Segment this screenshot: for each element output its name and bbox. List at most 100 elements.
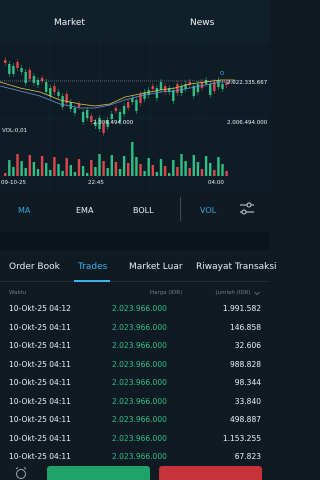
trade-time: 10-Okt-25 04:12 <box>9 304 71 313</box>
candle <box>135 100 138 111</box>
table-row: 10-Okt-25 04:11 2.023.966.000 498.887 <box>0 411 270 429</box>
volume-bar <box>225 171 228 176</box>
indicator-ema[interactable]: EMA <box>76 206 93 215</box>
volume-bar <box>77 159 81 176</box>
buy-button[interactable] <box>47 466 150 480</box>
volume-bar <box>192 155 195 176</box>
chevron-down-icon[interactable] <box>254 291 260 296</box>
candle <box>172 90 175 101</box>
price-label-right: 2.006.494.000 <box>227 120 268 126</box>
trade-amount: 33.840 <box>234 396 261 406</box>
alarm-icon[interactable] <box>14 466 28 480</box>
vol-label: VOL:0,01 <box>2 128 27 134</box>
candle <box>151 86 154 89</box>
tab-order-book[interactable]: Order Book <box>9 262 60 272</box>
active-tab-indicator <box>74 280 110 282</box>
trade-price: 2.023.966.000 <box>112 322 167 332</box>
volume-bar <box>159 159 163 176</box>
table-row: 10-Okt-25 04:11 2.023.966.000 1.153.255 <box>0 430 270 448</box>
chart-canvas: 2.022.335.667 2.006.494.000 2.006.494.00… <box>0 41 270 192</box>
volume-bar <box>110 155 113 176</box>
trade-time: 10-Okt-25 04:11 <box>9 341 71 350</box>
candle <box>40 78 44 81</box>
candle <box>20 68 23 72</box>
candle <box>8 64 11 74</box>
indicator-vol[interactable]: VOL <box>200 206 216 215</box>
volume-bar <box>122 156 126 176</box>
indicator-ma[interactable]: MA <box>18 206 30 215</box>
tab-news[interactable]: News <box>190 18 214 28</box>
candle <box>122 106 126 114</box>
volume-bar <box>127 163 130 176</box>
trade-time: 10-Okt-25 04:11 <box>9 396 71 406</box>
tab-market-luar[interactable]: Market Luar <box>129 262 183 272</box>
volume-bar <box>184 161 187 176</box>
trade-amount: 1.153.255 <box>222 433 261 443</box>
candlestick-chart[interactable]: 2.022.335.667 2.006.494.000 2.006.494.00… <box>0 41 270 192</box>
candle <box>4 60 7 63</box>
volume-bar <box>12 167 15 176</box>
candle <box>73 108 77 113</box>
tab-riwayat-transaksi[interactable]: Riwayat Transaksi <box>196 262 277 272</box>
volume-bar <box>73 172 77 176</box>
candle <box>53 86 56 92</box>
time-label-left: 09-10-25 <box>1 180 26 186</box>
header-waktu: Waktu <box>9 290 27 296</box>
candle <box>36 80 40 85</box>
table-row: 10-Okt-25 04:11 2.023.966.000 988.828 <box>0 356 270 374</box>
candle <box>69 102 72 109</box>
volume-bar <box>98 154 101 176</box>
header-jumlah[interactable]: Jumlah (IDR) <box>216 290 251 296</box>
volume-bar <box>69 165 72 176</box>
volume-bar <box>180 154 183 176</box>
volume-bar <box>57 164 60 176</box>
volume-bar <box>163 166 167 176</box>
trade-amount: 32.606 <box>234 341 261 350</box>
trade-price: 2.023.966.000 <box>112 396 167 406</box>
volume-bar <box>45 163 48 176</box>
volume-bar <box>4 173 7 176</box>
candle <box>16 62 19 68</box>
sliders-icon[interactable] <box>238 200 256 218</box>
indicator-divider <box>180 197 181 221</box>
tab-market[interactable]: Market <box>54 18 85 28</box>
volume-bar <box>196 162 200 176</box>
volume-bar <box>213 170 216 176</box>
volume-bar <box>28 155 31 176</box>
volume-bar <box>106 168 109 176</box>
candle <box>12 66 15 74</box>
trade-time: 10-Okt-25 04:11 <box>9 378 71 387</box>
candle <box>77 104 81 107</box>
volume-bar <box>24 168 27 176</box>
sell-button[interactable] <box>159 466 262 480</box>
indicator-boll[interactable]: BOLL <box>133 206 154 215</box>
table-row: 10-Okt-25 04:11 2.023.966.000 33.840 <box>0 393 270 411</box>
candle <box>24 72 27 83</box>
candle <box>221 84 224 89</box>
candle <box>209 84 212 95</box>
section-gap <box>0 232 270 250</box>
volume-bar <box>16 154 19 176</box>
volume-bar <box>204 156 208 176</box>
volume-bar <box>114 162 118 176</box>
tab-trades[interactable]: Trades <box>78 262 107 272</box>
candle <box>28 70 31 79</box>
volume-bar <box>94 167 97 176</box>
trade-time: 10-Okt-25 04:11 <box>9 415 71 424</box>
volume-bar <box>135 157 138 176</box>
trade-price: 2.023.966.000 <box>112 433 167 443</box>
volume-bar <box>86 173 89 176</box>
trade-time: 10-Okt-25 04:11 <box>9 433 71 443</box>
candle <box>114 108 118 111</box>
trade-amount: 988.828 <box>229 359 261 369</box>
trade-price: 2.023.966.000 <box>112 359 167 369</box>
volume-bar <box>143 171 146 176</box>
volume-bar <box>200 169 204 176</box>
volume-bar <box>102 161 105 176</box>
trade-time: 10-Okt-25 04:11 <box>9 359 71 369</box>
volume-bar <box>151 165 154 176</box>
trade-amount: 98.344 <box>234 378 261 387</box>
volume-bar <box>65 158 68 176</box>
table-row: 10-Okt-25 04:12 2.023.966.000 1.991.582 <box>0 300 270 318</box>
volume-bar <box>61 171 64 176</box>
